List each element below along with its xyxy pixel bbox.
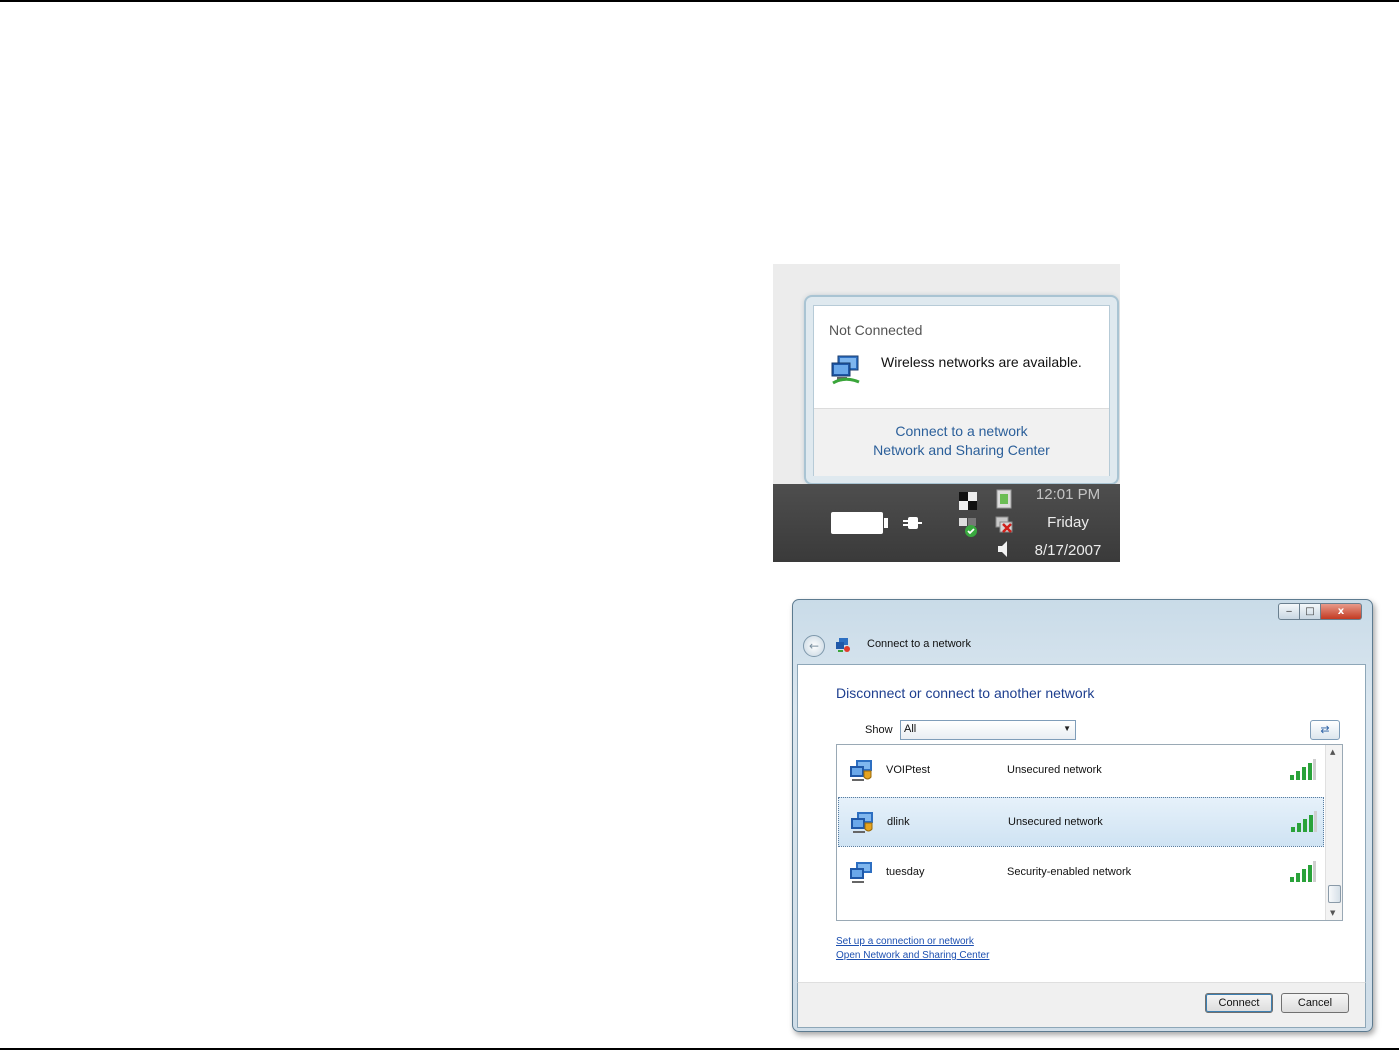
notification-screenshot: Not Connected Wireless networks are avai… [773,264,1120,562]
signal-strength-icon [1291,811,1317,832]
network-security: Unsecured network [1008,816,1103,828]
show-dropdown-value: All [904,723,917,735]
open-sharing-center-link[interactable]: Open Network and Sharing Center [836,950,989,961]
show-label: Show [865,724,893,736]
volume-icon[interactable] [993,538,1015,560]
notification-balloon: Not Connected Wireless networks are avai… [806,297,1117,483]
connect-to-network-window: ‒ □ x ← Connect to a network Disconnect … [792,599,1373,1032]
signal-strength-icon [1290,861,1316,882]
taskbar: 12:01 PM Friday 8/17/2007 [773,484,1120,562]
wireless-network-icon [851,812,873,833]
back-arrow-icon[interactable]: ← [803,635,825,657]
clock-day[interactable]: Friday [1018,514,1118,531]
network-sharing-center-link[interactable]: Network and Sharing Center [814,442,1109,458]
window-controls: ‒ □ x [1278,603,1362,620]
refresh-icon: ⇄ [1320,723,1330,736]
window-footer: Connect Cancel [797,982,1366,1028]
refresh-button[interactable]: ⇄ [1310,720,1340,740]
network-icon[interactable] [993,488,1015,510]
clock-date[interactable]: 8/17/2007 [1018,542,1118,559]
signal-strength-icon [1290,759,1316,780]
window-title: Connect to a network [867,638,971,650]
connect-button[interactable]: Connect [1205,993,1273,1013]
network-disconnected-icon[interactable] [993,514,1015,536]
network-list-scrollbar[interactable]: ▲ ▼ [1325,745,1342,920]
network-row-voiptest[interactable]: VOIPtest Unsecured network [838,746,1324,796]
setup-connection-link[interactable]: Set up a connection or network [836,936,974,947]
security-shield-icon[interactable] [957,516,979,538]
scroll-down-icon[interactable]: ▼ [1330,909,1335,917]
wireless-network-icon [850,760,872,781]
close-button[interactable]: x [1321,603,1362,620]
chevron-down-icon: ▼ [1063,724,1071,733]
network-row-dlink[interactable]: dlink Unsecured network [838,797,1324,847]
balloon-footer: Connect to a network Network and Sharing… [814,408,1109,476]
show-dropdown[interactable]: All ▼ [900,720,1076,740]
battery-icon[interactable] [831,512,888,534]
page-heading: Disconnect or connect to another network [836,685,1095,701]
balloon-message: Wireless networks are available. [881,354,1082,370]
network-name: VOIPtest [886,764,931,776]
network-name: dlink [887,816,910,828]
power-plug-icon[interactable] [900,511,924,535]
window-body: Disconnect or connect to another network… [797,664,1366,983]
checker-icon[interactable] [957,490,979,512]
wireless-network-icon [850,862,872,883]
wireless-network-icon [831,355,860,385]
maximize-button[interactable]: □ [1300,603,1321,620]
network-security: Security-enabled network [1007,866,1132,878]
clock-time[interactable]: 12:01 PM [1018,486,1118,503]
top-rule [0,0,1399,2]
scroll-up-icon[interactable]: ▲ [1330,748,1335,756]
minimize-button[interactable]: ‒ [1278,603,1300,620]
network-wizard-icon [836,638,850,652]
network-list: VOIPtest Unsecured network dlink Unsecur… [836,744,1343,921]
network-name: tuesday [886,866,925,878]
bottom-rule [0,1048,1399,1050]
scroll-thumb[interactable] [1328,885,1341,903]
balloon-title: Not Connected [829,322,923,338]
network-security: Unsecured network [1007,764,1102,776]
connect-to-network-link[interactable]: Connect to a network [814,423,1109,439]
cancel-button[interactable]: Cancel [1281,993,1349,1013]
balloon-content: Not Connected Wireless networks are avai… [813,305,1110,476]
network-row-tuesday[interactable]: tuesday Security-enabled network [838,848,1324,898]
